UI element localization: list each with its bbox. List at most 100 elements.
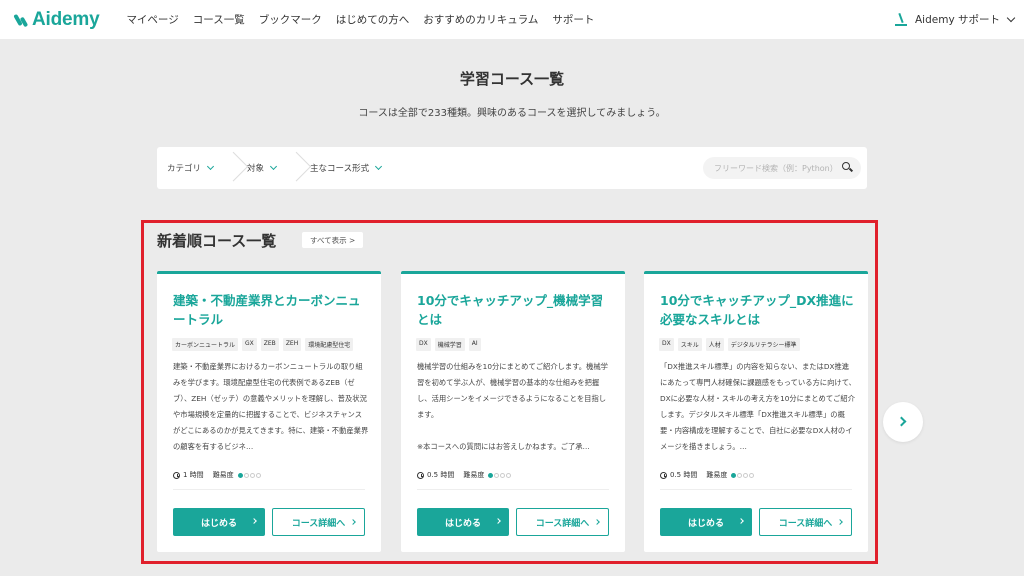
logo-text: Aidemy xyxy=(32,8,100,30)
course-title[interactable]: 建築・不動産業界とカーボンニュートラル xyxy=(173,291,367,329)
filter-target[interactable]: 対象 xyxy=(237,147,278,189)
chevron-right-icon xyxy=(594,519,600,525)
tag: GX xyxy=(242,338,257,351)
tag-list: カーボンニュートラル GX ZEB ZEH 環境配慮型住宅 xyxy=(172,338,354,351)
course-meta: 1 時間 難易度 xyxy=(173,470,261,480)
difficulty-dot xyxy=(749,472,755,478)
start-button[interactable]: はじめる xyxy=(660,508,752,536)
chevron-right-icon xyxy=(837,519,843,525)
course-meta: 0.5 時間 難易度 xyxy=(417,470,512,480)
chevron-down-icon xyxy=(206,162,215,171)
start-button[interactable]: はじめる xyxy=(173,508,265,536)
user-menu-label: Aidemy サポート xyxy=(914,14,1000,26)
clock-icon xyxy=(660,471,667,479)
clock-icon xyxy=(173,471,180,479)
user-icon xyxy=(894,13,907,27)
tag: 人材 xyxy=(705,338,724,351)
tag: DX xyxy=(416,338,431,351)
start-button-label: はじめる xyxy=(687,518,724,529)
main-nav: マイページ コース一覧 ブックマーク はじめての方へ おすすめのカリキュラム サ… xyxy=(126,12,594,27)
difficulty-label: 難易度 xyxy=(463,471,485,479)
course-detail-button-label: コース詳細へ xyxy=(535,518,590,529)
course-detail-button[interactable]: コース詳細へ xyxy=(272,508,365,536)
clock-icon xyxy=(417,471,424,479)
page-title: 学習コース一覧 xyxy=(459,70,565,88)
course-meta: 0.5 時間 難易度 xyxy=(660,470,755,480)
nav-mypage[interactable]: マイページ xyxy=(126,12,178,27)
course-description: 「DX推進スキル標準」の内容を知らない、またはDX推進にあたって専門人材確保に課… xyxy=(660,362,856,451)
carousel-next-button[interactable] xyxy=(883,402,923,442)
course-duration: 1 時間 xyxy=(183,471,204,479)
nav-bookmarks[interactable]: ブックマーク xyxy=(259,12,322,27)
difficulty-dot xyxy=(488,472,494,478)
tag: ZEH xyxy=(282,338,302,351)
difficulty-dot xyxy=(494,472,500,478)
difficulty-dot xyxy=(255,472,261,478)
difficulty-dot xyxy=(243,472,249,478)
course-duration: 0.5 時間 xyxy=(670,471,698,479)
tag: スキル xyxy=(677,338,702,351)
difficulty-dot xyxy=(237,472,243,478)
tag: 機械学習 xyxy=(434,338,465,351)
course-detail-button[interactable]: コース詳細へ xyxy=(759,508,852,536)
difficulty-dot xyxy=(731,472,737,478)
section-title: 新着順コース一覧 xyxy=(157,232,277,250)
filter-divider xyxy=(227,147,237,189)
course-card[interactable]: 10分でキャッチアップ_機械学習とは DX 機械学習 AI 機械学習の仕組みを1… xyxy=(401,271,625,552)
divider xyxy=(417,489,609,490)
course-detail-button-label: コース詳細へ xyxy=(778,518,833,529)
search-icon[interactable] xyxy=(842,162,852,172)
search-box xyxy=(703,157,861,179)
course-detail-button-label: コース詳細へ xyxy=(291,518,346,529)
chevron-down-icon xyxy=(375,162,383,171)
filter-course-format[interactable]: 主なコース形式 xyxy=(300,147,383,189)
course-card[interactable]: 建築・不動産業界とカーボンニュートラル カーボンニュートラル GX ZEB ZE… xyxy=(157,271,381,552)
course-card[interactable]: 10分でキャッチアップ_DX推進に必要なスキルとは DX スキル 人材 デジタル… xyxy=(644,271,868,552)
nav-support[interactable]: サポート xyxy=(552,12,594,27)
difficulty-indicator xyxy=(237,472,261,478)
divider xyxy=(173,489,365,490)
start-button[interactable]: はじめる xyxy=(417,508,509,536)
course-title[interactable]: 10分でキャッチアップ_DX推進に必要なスキルとは xyxy=(660,291,854,329)
filter-divider xyxy=(290,147,300,189)
tag-list: DX スキル 人材 デジタルリテラシー標準 xyxy=(659,338,800,351)
difficulty-dot xyxy=(500,472,506,478)
chevron-down-icon xyxy=(269,162,278,171)
filter-target-label: 対象 xyxy=(247,164,265,174)
tag: カーボンニュートラル xyxy=(172,338,239,351)
start-button-label: はじめる xyxy=(444,518,481,529)
difficulty-dot xyxy=(506,472,512,478)
chevron-right-icon xyxy=(350,519,356,525)
difficulty-dot xyxy=(737,472,743,478)
search-input[interactable] xyxy=(714,163,834,173)
nav-course-list[interactable]: コース一覧 xyxy=(193,12,245,27)
difficulty-dot xyxy=(743,472,749,478)
nav-recommended-curriculum[interactable]: おすすめのカリキュラム xyxy=(423,12,538,27)
logo-icon xyxy=(13,12,29,28)
course-detail-button[interactable]: コース詳細へ xyxy=(516,508,609,536)
course-description: 建築・不動産業界におけるカーボンニュートラルの取り組みを学びます。環境配慮型住宅… xyxy=(173,362,369,451)
user-menu[interactable]: Aidemy サポート xyxy=(894,0,1016,39)
difficulty-indicator xyxy=(730,472,755,478)
course-duration: 0.5 時間 xyxy=(427,471,455,479)
difficulty-dot xyxy=(249,472,255,478)
chevron-right-icon xyxy=(495,518,501,524)
chevron-right-icon xyxy=(251,518,257,524)
filter-category[interactable]: カテゴリ xyxy=(157,147,215,189)
chevron-down-icon xyxy=(1006,13,1016,22)
difficulty-label: 難易度 xyxy=(706,471,728,479)
start-button-label: はじめる xyxy=(200,518,237,529)
chevron-right-icon xyxy=(738,518,744,524)
nav-beginners[interactable]: はじめての方へ xyxy=(336,12,410,27)
tag: デジタルリテラシー標準 xyxy=(727,338,800,351)
filter-course-format-label: 主なコース形式 xyxy=(310,164,370,174)
divider xyxy=(660,489,852,490)
course-description: 機械学習の仕組みを10分にまとめてご紹介します。機械学習を初めて学ぶ人が、機械学… xyxy=(417,362,608,451)
tag: AI xyxy=(468,338,481,351)
difficulty-indicator xyxy=(487,472,512,478)
top-nav-bar: Aidemy マイページ コース一覧 ブックマーク はじめての方へ おすすめのカ… xyxy=(0,0,1024,39)
logo[interactable]: Aidemy xyxy=(13,8,100,31)
course-title[interactable]: 10分でキャッチアップ_機械学習とは xyxy=(417,291,611,329)
tag: ZEB xyxy=(260,338,279,351)
see-all-link[interactable]: すべて表示 > xyxy=(302,232,364,248)
